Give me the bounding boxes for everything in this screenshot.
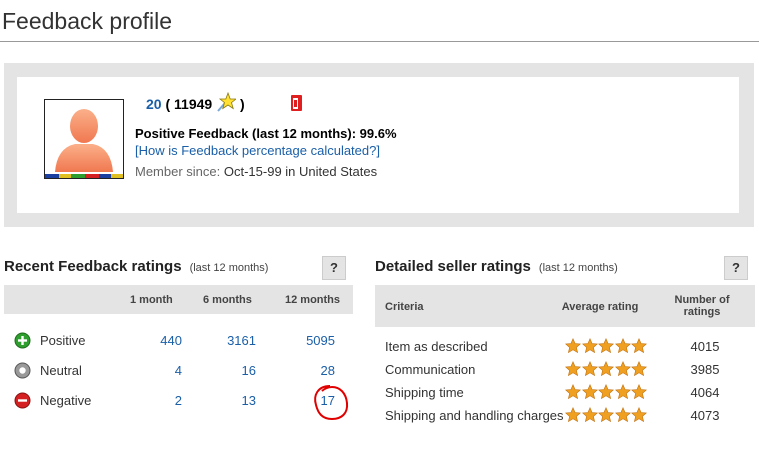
rating-count: 4073 [690, 408, 720, 423]
minus-circle-icon [14, 392, 31, 414]
star-icon [597, 407, 615, 423]
neutral-12-months[interactable]: 28 [275, 363, 335, 378]
rating-count: 4064 [690, 385, 720, 400]
star-icon [630, 338, 648, 354]
rating-row-communication: Communication 3985 [375, 358, 755, 381]
positive-6-months[interactable]: 3161 [196, 333, 256, 348]
positive-feedback-percentage: Positive Feedback (last 12 months): 99.6… [135, 126, 397, 141]
feedback-row-negative: Negative 2 13 17 [4, 387, 353, 417]
rating-label: Shipping time [385, 385, 464, 400]
recent-feedback-subtitle: (last 12 months) [189, 262, 269, 274]
column-1-month: 1 month [130, 294, 173, 306]
member-since: Member since: Oct-15-99 in United States [135, 164, 377, 179]
star-icon [614, 338, 631, 354]
rating-row-shipping-time: Shipping time 4064 [375, 381, 755, 404]
rating-row-shipping-handling: Shipping and handling charges 4073 [375, 404, 755, 427]
star-rating [564, 361, 648, 382]
plus-circle-icon [14, 332, 31, 354]
rating-label: Shipping and handling charges [385, 408, 564, 423]
star-icon [614, 384, 631, 400]
star-icon [614, 407, 631, 423]
feedback-row-positive: Positive 440 3161 5095 [4, 327, 353, 357]
star-icon [630, 407, 648, 423]
star-icon [564, 384, 582, 400]
column-number-of-ratings-line1: Number of [674, 294, 730, 306]
star-icon [564, 338, 582, 354]
negative-6-months[interactable]: 13 [196, 393, 256, 408]
star-icon [581, 407, 598, 423]
column-criteria: Criteria [385, 301, 424, 313]
column-6-months: 6 months [203, 294, 252, 306]
column-12-months: 12 months [285, 294, 341, 306]
feedback-score[interactable]: 11949 [174, 96, 212, 112]
star-icon [564, 361, 582, 377]
title-divider [0, 41, 759, 42]
positive-1-month[interactable]: 440 [122, 333, 182, 348]
positive-12-months[interactable]: 5095 [275, 333, 335, 348]
rating-count: 3985 [690, 362, 720, 377]
star-icon [564, 407, 582, 423]
rating-count: 4015 [690, 339, 720, 354]
shooting-star-icon[interactable] [216, 91, 238, 115]
star-icon [581, 361, 598, 377]
red-circle-annotation [314, 385, 349, 421]
negative-1-month[interactable]: 2 [122, 393, 182, 408]
page-title: Feedback profile [2, 8, 173, 34]
feedback-calculation-link[interactable]: [How is Feedback percentage calculated?] [135, 143, 380, 158]
star-icon [597, 384, 615, 400]
recent-feedback-help-button[interactable]: ? [322, 256, 346, 280]
star-icon [614, 361, 631, 377]
avatar[interactable] [44, 99, 124, 179]
username-link[interactable]: 20 [146, 96, 162, 112]
avatar-placeholder-icon [45, 109, 123, 178]
neutral-circle-icon [14, 362, 31, 384]
star-icon [597, 338, 615, 354]
feedback-label-positive: Positive [40, 333, 86, 348]
feedback-label-negative: Negative [40, 393, 92, 408]
star-rating [564, 338, 648, 359]
me-page-icon[interactable] [290, 93, 304, 118]
recent-feedback-heading: Recent Feedback ratings [4, 258, 182, 275]
column-number-of-ratings-line2: ratings [683, 306, 721, 318]
username-line: 20 ( 11949 ) [146, 91, 245, 115]
star-icon [597, 361, 615, 377]
rating-label: Communication [385, 362, 476, 377]
star-icon [581, 384, 598, 400]
recent-feedback-title: Recent Feedback ratings (last 12 months) [4, 258, 268, 275]
member-since-value: Oct-15-99 in United States [223, 164, 378, 179]
star-rating [564, 407, 648, 428]
rating-row-item-as-described: Item as described 4015 [375, 335, 755, 358]
star-rating [564, 384, 648, 405]
rating-label: Item as described [385, 339, 488, 354]
detailed-ratings-title: Detailed seller ratings (last 12 months) [375, 258, 618, 275]
neutral-6-months[interactable]: 16 [196, 363, 256, 378]
neutral-1-month[interactable]: 4 [122, 363, 182, 378]
score-close: ) [239, 96, 245, 112]
feedback-label-neutral: Neutral [40, 363, 82, 378]
star-icon [630, 361, 648, 377]
star-icon [630, 384, 648, 400]
feedback-row-neutral: Neutral 4 16 28 [4, 357, 353, 387]
column-number-of-ratings: Number of ratings [668, 294, 736, 318]
detailed-ratings-subtitle: (last 12 months) [538, 262, 618, 274]
member-since-label: Member since: [135, 164, 221, 179]
detailed-ratings-heading: Detailed seller ratings [375, 258, 531, 275]
detailed-ratings-help-button[interactable]: ? [724, 256, 748, 280]
star-icon [581, 338, 598, 354]
score-open: ( [165, 96, 171, 112]
column-average-rating: Average rating [561, 301, 639, 313]
